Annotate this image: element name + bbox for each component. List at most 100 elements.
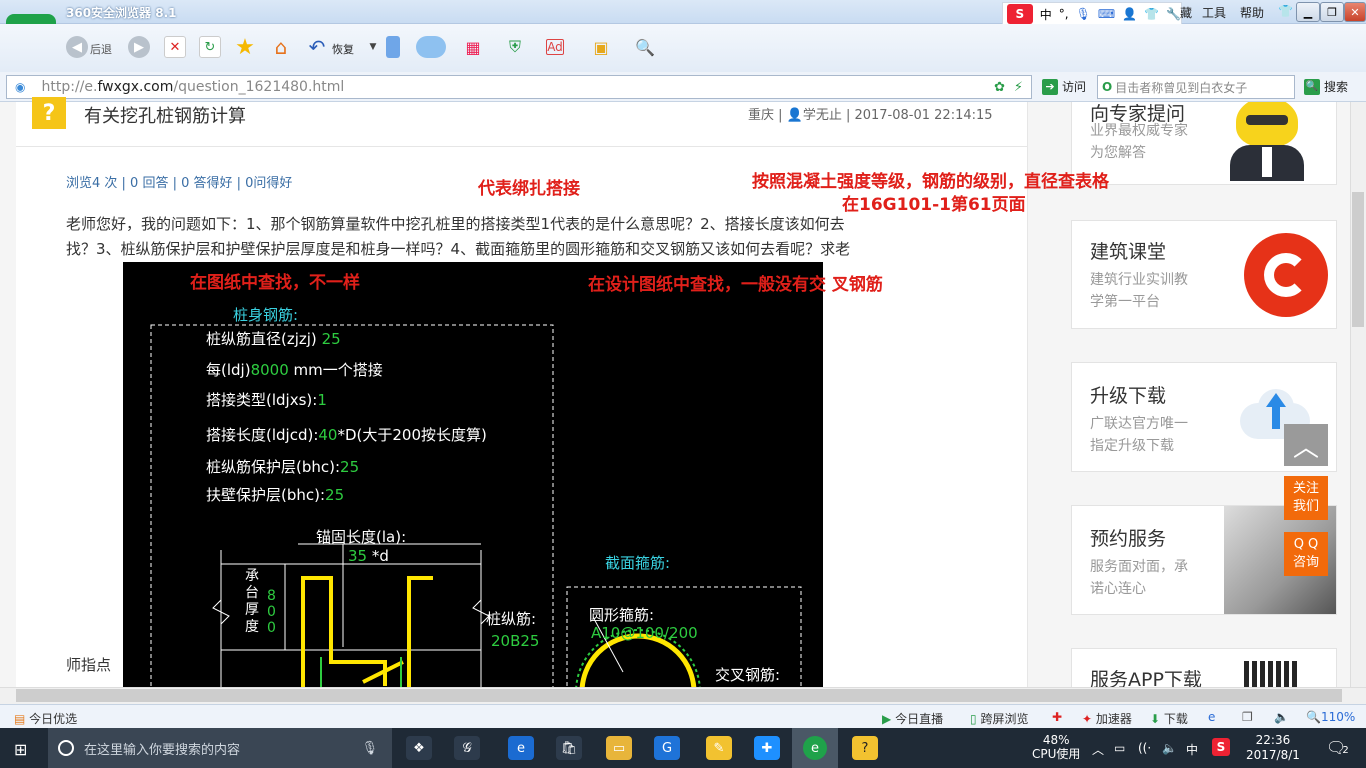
question-title: 有关挖孔桩钢筋计算 (84, 106, 246, 127)
taskbar-search-placeholder: 在这里输入你要搜索的内容 (84, 742, 241, 758)
home-icon[interactable]: ⌂ (270, 35, 292, 59)
back-to-top-button[interactable]: ︿ (1284, 424, 1328, 466)
store-icon[interactable]: 🛍 (556, 736, 582, 760)
speaker-icon[interactable]: 🔈 (1162, 741, 1177, 755)
shirt-icon[interactable]: 👕 (1144, 7, 1159, 21)
cloud-icon[interactable] (416, 36, 446, 58)
card-title: 预约服务 (1090, 528, 1167, 550)
play-icon: ▶ (882, 712, 892, 726)
back-label[interactable]: 后退 (90, 41, 112, 57)
restore-dropdown-icon[interactable]: ▼ (362, 36, 384, 58)
keyboard-icon[interactable]: ⌨ (1098, 7, 1115, 21)
horizontal-scroll-thumb[interactable] (16, 689, 1342, 702)
url-text[interactable]: http://e.fwxgx.com/question_1621480.html (41, 79, 344, 95)
ime-indicator[interactable]: 中 (1186, 741, 1198, 758)
card-app-download[interactable]: 服务APP下载 (1071, 648, 1337, 687)
microphone-icon[interactable]: 🎙 (1076, 7, 1091, 21)
follow-us-button[interactable]: 关注 我们 (1284, 476, 1328, 520)
shield-icon[interactable]: ⛨ (504, 36, 526, 58)
cad-line2: 每(ldj)8000 mm一个搭接 (206, 361, 383, 379)
notes-icon[interactable]: ✎ (706, 736, 732, 760)
cross-screen[interactable]: ▯ 跨屏浏览 (970, 710, 1028, 727)
browser-360-icon: e (803, 736, 827, 760)
medical-icon[interactable]: ✚ (1052, 710, 1062, 724)
app-plus-icon[interactable]: ✚ (754, 736, 780, 760)
qr-code-icon (1244, 661, 1298, 687)
task-view-icon[interactable]: ❖ (406, 736, 432, 760)
mic-icon[interactable]: 🎙 (361, 741, 378, 756)
today-live[interactable]: ▶ 今日直播 (882, 710, 943, 727)
question-body-fragment: 师指点 (66, 656, 112, 674)
compat-mode-icon[interactable]: ✿ (994, 80, 1005, 95)
qq-consult-button[interactable]: Q Q 咨询 (1284, 532, 1328, 576)
ime-punct[interactable]: °, (1059, 7, 1069, 21)
phone-icon[interactable] (386, 36, 400, 58)
stop-icon[interactable]: ✕ (164, 36, 186, 58)
cad-pile-label: 桩纵筋: (486, 610, 537, 628)
tray-up-arrow-icon[interactable]: ︿ (1092, 741, 1104, 758)
taskbar-search[interactable]: 在这里输入你要搜索的内容 🎙 (48, 728, 392, 768)
address-bar[interactable]: ◉ http://e.fwxgx.com/question_1621480.ht… (6, 75, 1032, 99)
ime-toolbar[interactable]: S 中 °, 🎙 ⌨ 👤 👕 🔧 (1002, 2, 1182, 26)
restore-icon[interactable]: ↶ (306, 35, 328, 59)
card-building-class[interactable]: 建筑课堂 建筑行业实训教 学第一平台 (1071, 220, 1337, 329)
downloads[interactable]: ⬇ 下载 (1150, 710, 1188, 727)
notifications-icon[interactable]: 🗨2 (1326, 738, 1349, 757)
back-icon[interactable]: ◀ (66, 36, 88, 58)
wrench-icon[interactable]: 🔧 (1166, 7, 1181, 21)
edge-icon[interactable]: e (508, 736, 534, 760)
screenshot-icon[interactable]: ▣ (590, 36, 612, 58)
forward-icon[interactable]: ▶ (128, 36, 150, 58)
app-g-icon[interactable]: G (654, 736, 680, 760)
user-icon[interactable]: 👤 (1122, 7, 1137, 21)
ie-icon[interactable]: e (1208, 710, 1215, 724)
refresh-icon[interactable]: ↻ (199, 36, 221, 58)
battery-icon[interactable]: ▭ (1114, 741, 1125, 755)
window-icon[interactable]: ❐ (1242, 710, 1253, 724)
clock[interactable]: 22:36 2017/8/1 (1246, 733, 1300, 763)
skin-icon[interactable]: 👕 (1278, 4, 1293, 21)
question-stats[interactable]: 浏览4 次 | 0 回答 | 0 答得好 | 0问得好 (66, 172, 292, 191)
cad-anchor-label: 锚固长度(la): (316, 528, 407, 546)
fast-mode-icon[interactable]: ⚡ (1014, 80, 1023, 95)
status-bar: ▤ 今日优选 ▶ 今日直播 ▯ 跨屏浏览 ✚ ✦ 加速器 ⬇ 下载 e ❐ 🔈 … (0, 704, 1366, 728)
today-picks[interactable]: ▤ 今日优选 (14, 710, 77, 727)
restore-label[interactable]: 恢复 (332, 41, 354, 57)
cad-screenshot: 桩身钢筋: 桩纵筋直径(zjzj) 25 每(ldj)8000 mm一个搭接 搭… (123, 262, 823, 687)
maximize-button[interactable]: ❐ (1320, 2, 1344, 22)
search-input[interactable]: O 目击者称曾见到白衣女子 (1097, 75, 1295, 99)
rebar-yellow (407, 576, 433, 687)
sogou-ime-icon[interactable]: S (1007, 4, 1033, 24)
ad-block-icon[interactable]: Ad (546, 39, 564, 55)
taskbar-360-browser[interactable]: e (792, 728, 838, 768)
vertical-scroll-thumb[interactable] (1352, 192, 1364, 327)
wifi-icon[interactable]: ((· (1138, 741, 1151, 755)
card-sub: 建筑行业实训教 (1090, 272, 1188, 288)
menu-tools[interactable]: 工具 (1202, 4, 1226, 21)
file-explorer-icon[interactable]: ▭ (606, 736, 632, 760)
favorites-star-icon[interactable]: ★ (234, 35, 256, 60)
close-button[interactable]: ✕ (1344, 2, 1366, 22)
ime-lang[interactable]: 中 (1040, 6, 1052, 23)
zoom-search-icon[interactable]: 🔍 (634, 36, 656, 58)
search-placeholder: 目击者称曾见到白衣女子 (1115, 80, 1248, 95)
zoom-level[interactable]: 🔍110% (1306, 710, 1355, 724)
vertical-scrollbar[interactable] (1350, 102, 1366, 687)
cad-section2: 截面箍筋: (605, 554, 671, 572)
cpu-usage[interactable]: 48% CPU使用 (1032, 733, 1080, 761)
minimize-button[interactable]: ▁ (1296, 2, 1320, 22)
search-engine-icon[interactable]: O (1102, 80, 1112, 94)
apps-icon[interactable]: ▦ (462, 36, 484, 58)
cad-line1: 桩纵筋直径(zjzj) 25 (206, 330, 341, 348)
app-swirl-icon[interactable]: 𝒢 (454, 736, 480, 760)
volume-icon[interactable]: 🔈 (1274, 710, 1289, 724)
help-app-icon[interactable]: ? (852, 736, 878, 760)
search-button[interactable]: 🔍 搜索 (1304, 78, 1348, 95)
card-ask-expert[interactable]: 向专家提问 业界最权威专家 为您解答 (1071, 102, 1337, 185)
menu-help[interactable]: 帮助 (1240, 4, 1264, 21)
windows-start-icon[interactable]: ⊞ (14, 740, 27, 759)
menu-favorites-partial[interactable]: 藏 (1180, 4, 1192, 21)
visit-button[interactable]: ➔ 访问 (1042, 78, 1086, 95)
sogou-tray-icon[interactable]: S (1212, 738, 1230, 756)
accelerator[interactable]: ✦ 加速器 (1082, 710, 1132, 727)
